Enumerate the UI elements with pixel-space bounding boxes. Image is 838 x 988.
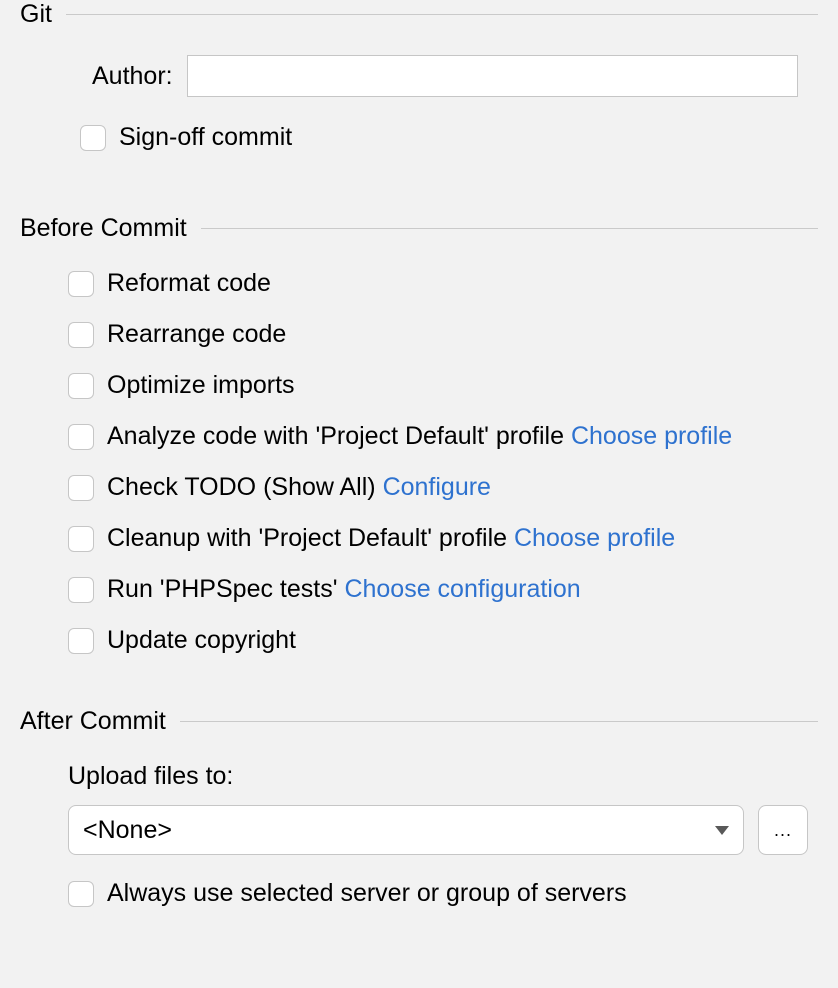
after-commit-section-header: After Commit <box>20 707 818 736</box>
upload-browse-button[interactable]: ... <box>758 805 808 855</box>
before-commit-section-title: Before Commit <box>20 214 187 243</box>
author-input[interactable] <box>187 55 798 97</box>
cleanup-label: Cleanup with 'Project Default' profile <box>107 524 514 553</box>
always-use-server-checkbox[interactable] <box>68 881 94 907</box>
separator <box>180 721 818 722</box>
upload-files-label: Upload files to: <box>68 762 808 791</box>
cleanup-choose-profile-link[interactable]: Choose profile <box>514 524 675 553</box>
reformat-code-label: Reformat code <box>107 269 271 298</box>
separator <box>66 14 818 15</box>
before-commit-section-header: Before Commit <box>20 214 818 243</box>
check-todo-configure-link[interactable]: Configure <box>383 473 491 502</box>
rearrange-code-checkbox[interactable] <box>68 322 94 348</box>
run-choose-configuration-link[interactable]: Choose configuration <box>344 575 580 604</box>
ellipsis-icon: ... <box>774 820 792 841</box>
git-section-title: Git <box>20 0 52 29</box>
update-copyright-label: Update copyright <box>107 626 296 655</box>
update-copyright-checkbox[interactable] <box>68 628 94 654</box>
analyze-choose-profile-link[interactable]: Choose profile <box>571 422 732 451</box>
signoff-checkbox[interactable] <box>80 125 106 151</box>
upload-files-select[interactable]: <None> <box>68 805 744 855</box>
optimize-imports-label: Optimize imports <box>107 371 295 400</box>
chevron-down-icon <box>715 826 729 835</box>
always-use-server-label: Always use selected server or group of s… <box>107 879 627 908</box>
reformat-code-checkbox[interactable] <box>68 271 94 297</box>
separator <box>201 228 818 229</box>
analyze-code-label: Analyze code with 'Project Default' prof… <box>107 422 571 451</box>
check-todo-label: Check TODO (Show All) <box>107 473 383 502</box>
upload-files-value: <None> <box>83 816 172 845</box>
run-tests-checkbox[interactable] <box>68 577 94 603</box>
run-tests-label: Run 'PHPSpec tests' <box>107 575 344 604</box>
check-todo-checkbox[interactable] <box>68 475 94 501</box>
after-commit-section-title: After Commit <box>20 707 166 736</box>
rearrange-code-label: Rearrange code <box>107 320 286 349</box>
author-label: Author: <box>92 62 173 91</box>
git-section-header: Git <box>20 0 818 29</box>
optimize-imports-checkbox[interactable] <box>68 373 94 399</box>
signoff-label: Sign-off commit <box>119 123 292 152</box>
cleanup-checkbox[interactable] <box>68 526 94 552</box>
analyze-code-checkbox[interactable] <box>68 424 94 450</box>
